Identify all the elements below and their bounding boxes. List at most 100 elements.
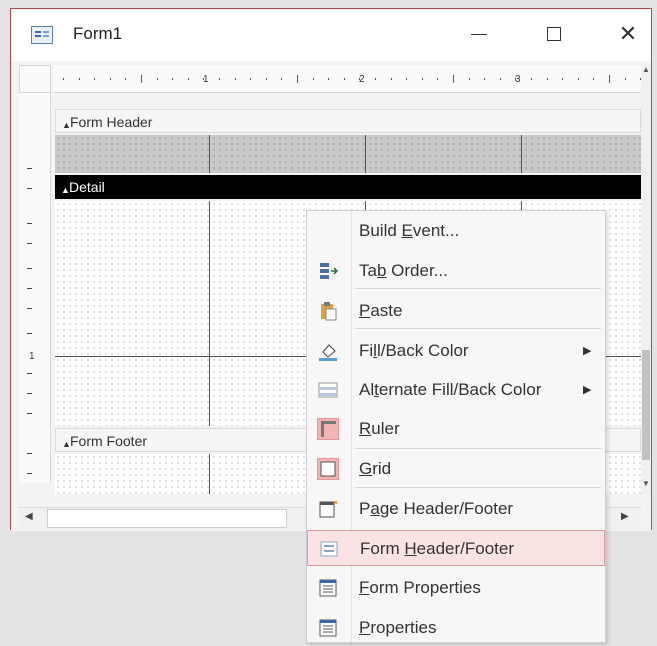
menu-item-label: Build Event... — [359, 221, 460, 240]
ruler-tick — [234, 78, 236, 80]
ruler-tick — [281, 78, 283, 80]
vertical-ruler[interactable]: 1 — [19, 93, 51, 483]
ruler-tick — [156, 78, 158, 80]
ruler-tick — [203, 78, 205, 80]
submenu-arrow-icon: ▶ — [583, 345, 592, 357]
form-header-bar[interactable]: ▲ Form Header — [55, 109, 641, 133]
grid-line — [209, 454, 210, 494]
form-footer-label: Form Footer — [70, 433, 148, 449]
maximize-button[interactable] — [531, 17, 577, 51]
ruler-tick — [109, 78, 111, 80]
properties-icon — [317, 618, 339, 638]
menu-item-alternate-fill-back-color[interactable]: Alternate Fill/Back Color ▶ — [307, 372, 605, 408]
window-title: Form1 — [73, 24, 123, 43]
tab-order-icon — [317, 261, 339, 281]
ruler-tick — [187, 78, 189, 80]
section-arrow-icon: ▲ — [61, 185, 70, 195]
menu-item-fill-back-color[interactable]: Fill/Back Color ▶ — [307, 333, 605, 369]
ruler-tick — [468, 78, 470, 80]
form-header-section[interactable] — [55, 135, 641, 173]
ruler-tick — [515, 78, 517, 80]
ruler-tick — [437, 78, 439, 80]
ruler-tick — [390, 78, 392, 80]
menu-item-tab-order[interactable]: Tab Order... — [307, 253, 605, 289]
ruler-tick — [78, 78, 80, 80]
menu-item-label: Tab Order... — [359, 261, 448, 280]
ruler-tick — [624, 78, 626, 80]
detail-bar[interactable]: ▲ Detail — [55, 175, 641, 199]
ruler-tick — [27, 188, 32, 189]
scroll-left-icon[interactable]: ◀ — [25, 511, 33, 522]
page-header-footer-icon — [317, 499, 339, 519]
minimize-icon — [471, 33, 487, 35]
submenu-arrow-icon: ▶ — [583, 384, 592, 396]
ruler-tick — [27, 288, 32, 289]
close-icon: ✕ — [618, 21, 638, 46]
menu-item-label: Ruler — [359, 419, 400, 438]
ruler-tick — [250, 78, 252, 80]
menu-item-paste[interactable]: Paste — [307, 293, 605, 329]
menu-item-label: Alternate Fill/Back Color — [359, 380, 542, 399]
grid-line — [365, 135, 366, 173]
menu-item-label: Page Header/Footer — [359, 499, 514, 518]
grid-line — [209, 201, 210, 426]
scroll-up-icon[interactable]: ▲ — [641, 65, 651, 81]
grid-line — [209, 135, 210, 173]
menu-item-build-event[interactable]: Build Event... — [307, 213, 605, 249]
menu-item-grid[interactable]: Grid — [307, 451, 605, 487]
vertical-scroll-thumb[interactable] — [642, 350, 650, 460]
ruler-tick — [94, 78, 96, 80]
ruler-tick — [172, 78, 174, 80]
menu-item-form-header-footer[interactable]: Form Header/Footer — [307, 530, 605, 566]
ruler-tick — [265, 78, 267, 80]
ruler-tick — [499, 78, 501, 80]
ruler-tick — [593, 78, 595, 80]
alternate-fill-icon — [317, 380, 339, 400]
scroll-down-icon[interactable]: ▼ — [641, 479, 651, 495]
ruler-tick — [359, 78, 361, 80]
ruler-tick — [27, 243, 32, 244]
maximize-icon — [547, 27, 561, 41]
menu-item-page-header-footer[interactable]: Page Header/Footer — [307, 491, 605, 527]
ruler-tick — [375, 78, 376, 80]
ruler-tick — [546, 78, 548, 80]
form-header-label: Form Header — [70, 114, 153, 130]
ruler-tick — [141, 75, 142, 83]
ruler-tick — [609, 75, 610, 83]
ruler-tick — [63, 78, 64, 80]
ruler-tick — [421, 78, 423, 80]
horizontal-ruler[interactable]: 1 2 3 — [53, 65, 642, 93]
ruler-tick — [328, 78, 330, 80]
ruler-tick — [406, 78, 408, 80]
ruler-tick — [577, 78, 579, 80]
menu-separator — [355, 487, 601, 488]
title-bar[interactable]: Form1 ✕ — [11, 9, 651, 61]
ruler-tick — [27, 333, 32, 334]
horizontal-scroll-thumb[interactable] — [47, 509, 287, 528]
ruler-tick — [27, 308, 32, 309]
grid-line — [521, 135, 522, 173]
section-arrow-icon: ▲ — [62, 120, 71, 130]
menu-item-label: Grid — [359, 459, 392, 478]
ruler-tick — [27, 413, 32, 414]
fill-color-icon — [317, 341, 339, 361]
ruler-tick — [453, 75, 454, 83]
close-button[interactable]: ✕ — [605, 17, 651, 51]
ruler-tick — [27, 168, 32, 169]
form-selector[interactable] — [19, 65, 51, 93]
menu-item-label: Paste — [359, 301, 403, 320]
scroll-right-icon[interactable]: ▶ — [621, 511, 629, 522]
menu-item-ruler[interactable]: Ruler — [307, 411, 605, 447]
ruler-tick — [27, 393, 32, 394]
grid-icon — [317, 458, 339, 480]
menu-item-properties[interactable]: Properties — [307, 610, 605, 646]
minimize-button[interactable] — [456, 17, 502, 51]
menu-item-form-properties[interactable]: Form Properties — [307, 570, 605, 606]
ruler-tick — [484, 78, 486, 80]
vertical-scrollbar[interactable]: ▲ ▼ — [641, 65, 651, 495]
form-header-footer-icon — [318, 539, 340, 559]
form-icon — [31, 26, 53, 44]
ruler-tick — [27, 223, 32, 224]
ruler-tick — [27, 373, 32, 374]
ruler-icon — [317, 418, 339, 440]
